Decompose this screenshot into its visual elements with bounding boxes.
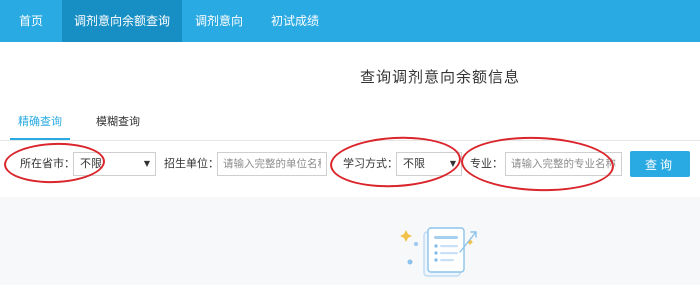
nav-item-home[interactable]: 首页 — [0, 0, 62, 42]
query-button[interactable]: 查询 — [630, 151, 690, 177]
study-mode-select-value: 不限 — [403, 157, 425, 170]
study-mode-label: 学习方式： — [343, 157, 398, 170]
unit-input[interactable] — [217, 152, 327, 176]
page: 首页 调剂意向余额查询 调剂意向 初试成绩 查询调剂意向余额信息 精确查询 模糊… — [0, 0, 700, 285]
results-area — [0, 197, 700, 285]
province-select[interactable]: 不限 ▼ — [73, 152, 156, 176]
nav-item-balance-query[interactable]: 调剂意向余额查询 — [62, 0, 182, 42]
nav-item-adjustment-intent[interactable]: 调剂意向 — [182, 0, 256, 42]
tab-fuzzy-query[interactable]: 模糊查询 — [88, 112, 148, 138]
page-title: 查询调剂意向余额信息 — [359, 68, 520, 86]
study-mode-select[interactable]: 不限 ▼ — [396, 152, 462, 176]
caret-down-icon: ▼ — [449, 159, 456, 168]
top-nav: 首页 调剂意向余额查询 调剂意向 初试成绩 — [0, 0, 700, 42]
unit-label: 招生单位： — [164, 157, 219, 170]
empty-document-icon — [400, 227, 477, 277]
province-select-value: 不限 — [80, 157, 102, 170]
major-label: 专业： — [470, 157, 503, 170]
tab-exact-query[interactable]: 精确查询 — [10, 112, 70, 140]
nav-item-initial-score[interactable]: 初试成绩 — [256, 0, 334, 42]
caret-down-icon: ▼ — [143, 159, 150, 168]
query-tabs: 精确查询 模糊查询 — [0, 108, 700, 141]
province-label: 所在省市： — [20, 157, 75, 170]
major-input[interactable] — [505, 152, 622, 176]
